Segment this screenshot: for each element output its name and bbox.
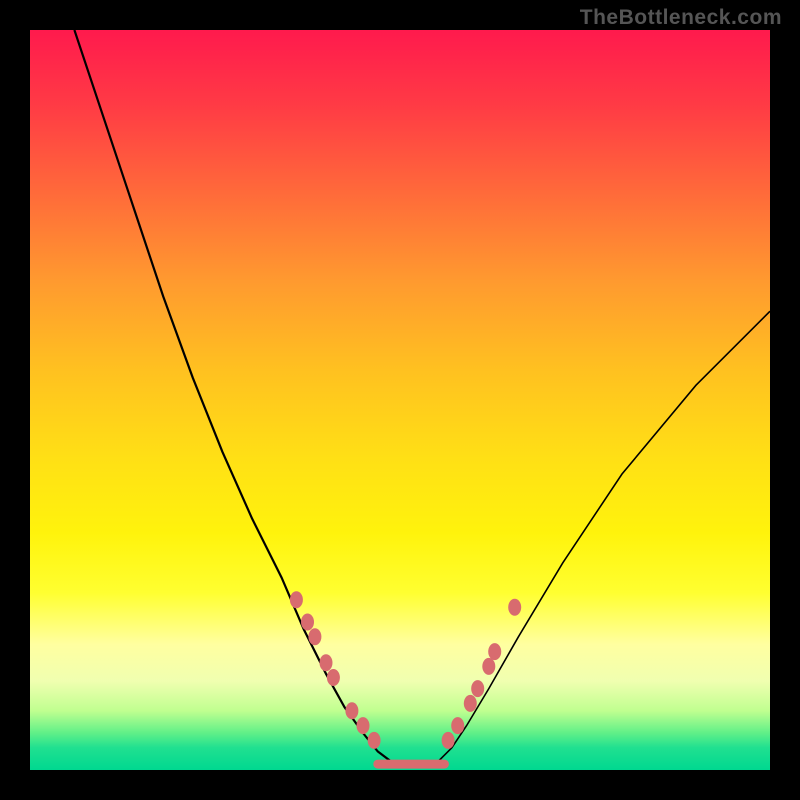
data-point	[488, 643, 501, 660]
left-curve	[74, 30, 392, 763]
chart-frame: TheBottleneck.com	[0, 0, 800, 800]
data-point	[327, 669, 340, 686]
watermark-label: TheBottleneck.com	[580, 6, 782, 30]
data-point	[308, 628, 321, 645]
data-point	[482, 658, 495, 675]
data-point	[290, 591, 303, 608]
chart-svg	[30, 30, 770, 770]
data-point	[301, 614, 314, 631]
data-point	[508, 599, 521, 616]
right-curve	[437, 311, 770, 762]
plot-area	[30, 30, 770, 770]
data-point	[368, 732, 381, 749]
data-points	[290, 591, 521, 749]
data-point	[471, 680, 484, 697]
data-point	[320, 654, 333, 671]
data-point	[357, 717, 370, 734]
data-point	[345, 702, 358, 719]
data-point	[464, 695, 477, 712]
data-point	[451, 717, 464, 734]
data-point	[442, 732, 455, 749]
